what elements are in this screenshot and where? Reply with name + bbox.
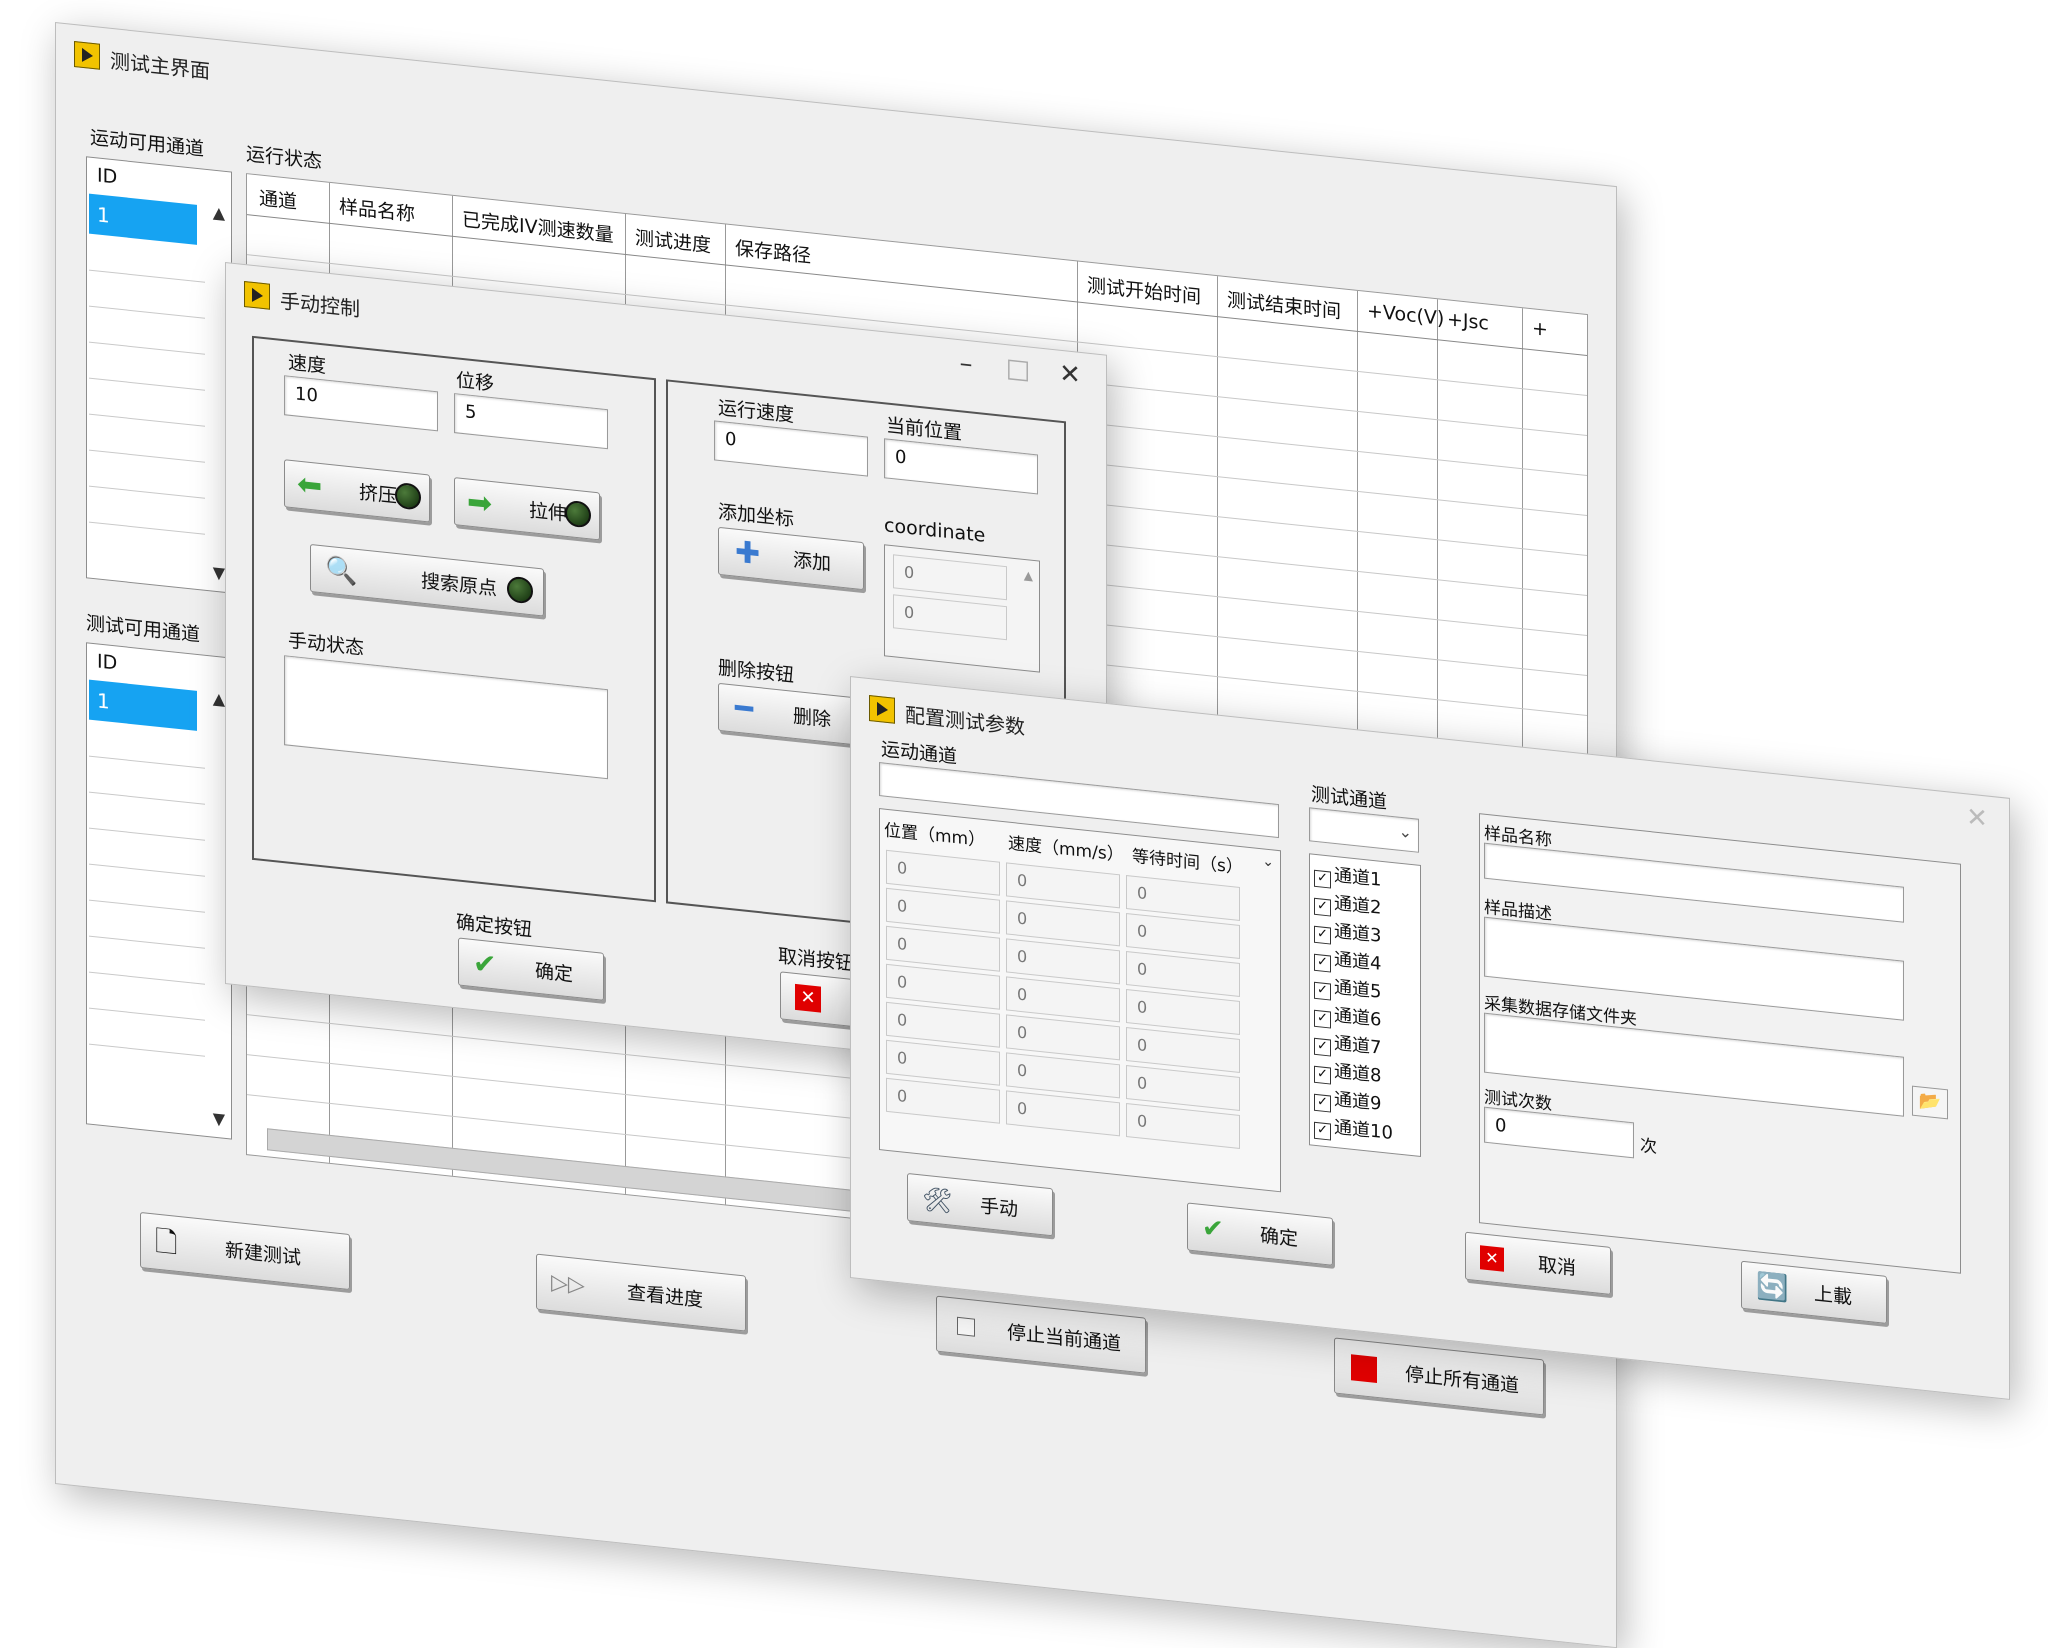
coordinate-array[interactable]: 0 0 ▲	[884, 544, 1040, 673]
displacement-input[interactable]: 5	[454, 393, 608, 450]
config-confirm-button[interactable]: ✔ 确定	[1187, 1202, 1333, 1266]
motion-channel-selected[interactable]: 1	[89, 193, 197, 245]
count-unit: 次	[1640, 1136, 1657, 1158]
arrow-right-icon: ➡	[467, 484, 493, 523]
manual-status-label: 手动状态	[288, 629, 365, 660]
test-channels-list[interactable]: ID 1 ▲ ▼	[86, 642, 232, 1140]
col-progress: 测试进度	[635, 226, 712, 257]
delete-button[interactable]: ━ 删除	[718, 682, 864, 747]
chevron-down-icon: ⌄	[1398, 821, 1412, 843]
motion-channels-label: 运动可用通道	[90, 126, 205, 161]
scroll-down-icon[interactable]: ▼	[213, 1109, 225, 1129]
motion-id-header: ID	[97, 164, 118, 189]
magnifier-icon: 🔍	[325, 554, 358, 588]
coordinate-label: coordinate	[884, 514, 986, 547]
speed-input[interactable]: 10	[284, 375, 438, 432]
speed-label: 速度	[288, 351, 327, 378]
chevron-down-icon[interactable]: ⌄	[1262, 853, 1274, 870]
cancel-label: 取消按钮	[778, 945, 855, 976]
stretch-button[interactable]: ➡ 拉伸	[454, 477, 600, 541]
search-origin-led	[507, 575, 533, 605]
coordinate-value[interactable]: 0	[893, 554, 1007, 601]
config-manual-button[interactable]: 🛠 手动	[907, 1172, 1053, 1237]
config-test-params-window: 配置测试参数 ✕ 运动通道 位置（mm） 速度（mm/s） 等待时间（s） ⌄ …	[850, 676, 2010, 1400]
scroll-up-icon[interactable]: ▲	[213, 203, 225, 223]
position-cell[interactable]: 0	[886, 1077, 1000, 1124]
speed-cell[interactable]: 0	[1006, 1090, 1120, 1137]
maximize-icon[interactable]: □	[998, 352, 1038, 386]
checkmark-icon: ✔	[1202, 1212, 1224, 1246]
run-speed-display: 0	[714, 420, 868, 477]
col-save-path: 保存路径	[735, 237, 812, 268]
test-channel-selected[interactable]: 1	[89, 679, 197, 731]
stop-all-channels-button[interactable]: 停止所有通道	[1334, 1337, 1544, 1416]
search-origin-button[interactable]: 🔍 搜索原点	[310, 543, 544, 617]
view-progress-button[interactable]: ▷▷ 查看进度	[536, 1253, 746, 1332]
minus-icon: ━	[735, 690, 754, 728]
test-channels-label: 测试可用通道	[86, 612, 201, 647]
motion-channels-list[interactable]: ID 1 ▲ ▼	[86, 156, 232, 594]
motion-profile-table[interactable]: 位置（mm） 速度（mm/s） 等待时间（s） ⌄ 0 0 0 0 0 0 0 …	[879, 808, 1281, 1193]
refresh-icon: 🔄	[1756, 1271, 1789, 1305]
folder-browse-icon[interactable]: 📂	[1912, 1085, 1948, 1120]
displacement-label: 位移	[456, 369, 495, 396]
main-title: 测试主界面	[110, 48, 210, 84]
coordinate-value[interactable]: 0	[893, 594, 1007, 641]
col-more: +	[1532, 317, 1548, 341]
sample-info-panel: 样品名称 样品描述 采集数据存储文件夹 📂 测试次数 0 次	[1479, 813, 1961, 1274]
test-count-input[interactable]: 0	[1484, 1106, 1634, 1159]
scroll-up-icon[interactable]: ▲	[213, 689, 225, 709]
plus-icon: ✚	[735, 534, 761, 573]
squeeze-led	[395, 481, 421, 511]
col-channel: 通道	[259, 187, 298, 214]
col-jsc: +Jsc	[1447, 308, 1489, 335]
minimize-icon[interactable]: –	[946, 347, 986, 381]
labview-icon	[74, 40, 100, 70]
col-iv-count: 已完成IV测速数量	[462, 208, 614, 247]
arrow-left-icon: ⬅	[297, 466, 323, 505]
config-cancel-button[interactable]: ✕ 取消	[1465, 1231, 1611, 1295]
stretch-led	[565, 499, 591, 529]
test-id-header: ID	[97, 650, 118, 675]
col-sample-name: 样品名称	[339, 195, 416, 226]
test-channel-checklist[interactable]: ✓ 通道1 ✓ 通道2 ✓ 通道3 ✓ 通道4 ✓ 通道5 ✓ 通道6 ✓ 通道7 ✓ 通道8 …	[1309, 853, 1421, 1158]
close-icon[interactable]: ✕	[1050, 358, 1090, 392]
add-coordinate-label: 添加坐标	[718, 500, 795, 531]
close-icon[interactable]: ✕	[1957, 801, 1997, 835]
col-speed: 速度（mm/s）	[1008, 833, 1124, 866]
delete-label: 删除按钮	[718, 656, 795, 687]
manual-status-display	[284, 655, 608, 780]
squeeze-button[interactable]: ⬅ 挤压	[284, 459, 430, 523]
current-position-display: 0	[884, 438, 1038, 495]
fast-forward-icon: ▷▷	[551, 1270, 585, 1299]
labview-icon	[244, 280, 270, 310]
add-button[interactable]: ✚ 添加	[718, 526, 864, 591]
labview-icon	[869, 694, 895, 724]
cancel-x-icon: ✕	[795, 983, 821, 1013]
stop-current-channel-button[interactable]: 停止当前通道	[936, 1295, 1146, 1374]
stop-outline-icon	[957, 1316, 975, 1337]
col-voc: +Voc(V)	[1367, 299, 1445, 331]
wait-cell[interactable]: 0	[1126, 1103, 1240, 1149]
confirm-label: 确定按钮	[456, 911, 533, 942]
col-wait: 等待时间（s）	[1132, 846, 1243, 879]
config-title: 配置测试参数	[905, 702, 1025, 740]
stop-red-icon	[1351, 1354, 1377, 1383]
new-test-button[interactable]: 🗋 新建测试	[140, 1211, 350, 1291]
cancel-x-icon: ✕	[1480, 1245, 1504, 1272]
scroll-up-icon[interactable]: ▲	[1024, 568, 1033, 583]
manual-confirm-button[interactable]: ✔ 确定	[458, 937, 604, 1001]
test-channel-dropdown[interactable]: ⌄	[1309, 807, 1419, 853]
tools-icon: 🛠	[922, 1184, 953, 1216]
config-upload-button[interactable]: 🔄 上載	[1741, 1260, 1887, 1324]
scroll-down-icon[interactable]: ▼	[213, 563, 225, 583]
run-status-label: 运行状态	[246, 143, 323, 174]
manual-left-frame: 速度 10 位移 5 ⬅ 挤压 ➡ 拉伸 🔍 搜索原点 手动状态	[252, 335, 656, 903]
checkmark-icon: ✔	[473, 946, 497, 982]
new-document-icon: 🗋	[155, 1224, 178, 1260]
col-position: 位置（mm）	[884, 820, 986, 852]
manual-title: 手动控制	[280, 288, 360, 322]
